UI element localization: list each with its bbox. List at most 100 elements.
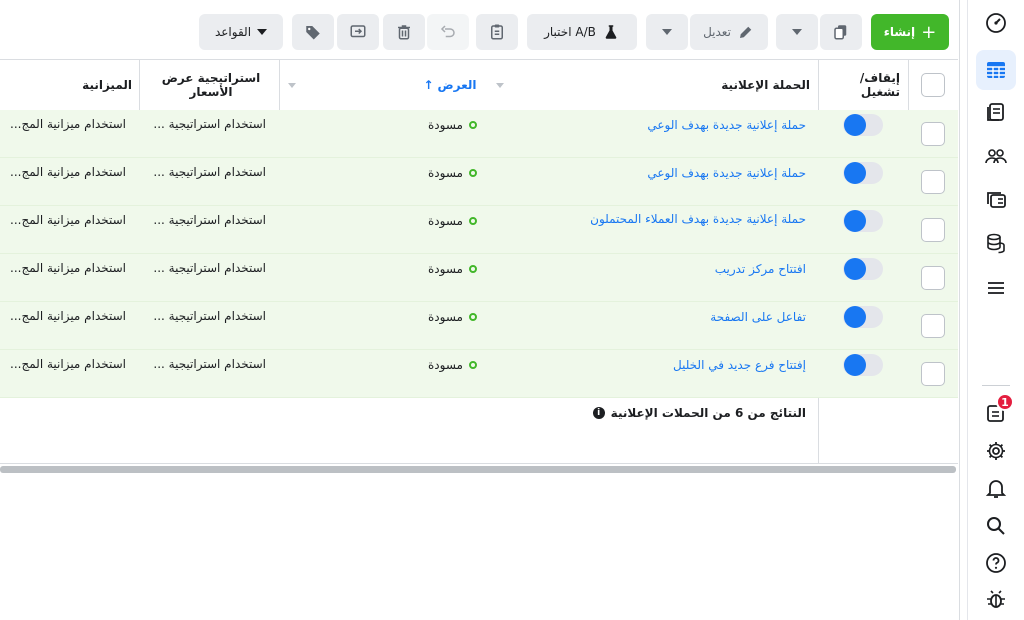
row-checkbox[interactable]	[921, 218, 945, 242]
delivery-label: مسودة	[428, 358, 463, 372]
delivery-status: مسودة	[428, 166, 477, 180]
delivery-label: مسودة	[428, 310, 463, 324]
header-campaign-label: الحملة الإعلانية	[721, 78, 810, 92]
campaign-link[interactable]: افتتاح مركز تدريب	[715, 262, 806, 276]
bid-strategy-cell: استخدام استراتيجية ...	[153, 357, 266, 371]
campaign-link[interactable]: حملة إعلانية جديدة بهدف الوعي	[647, 118, 806, 132]
ab-test-button[interactable]: اختبار A/B	[527, 14, 637, 50]
results-summary-label: النتائج من 6 من الحملات الإعلانية	[610, 406, 806, 420]
pages-icon	[987, 103, 1004, 121]
row-checkbox[interactable]	[921, 266, 945, 290]
tag-button[interactable]	[292, 14, 334, 50]
results-summary: النتائج من 6 من الحملات الإعلانية i	[592, 406, 806, 420]
clipboard-button[interactable]	[476, 14, 518, 50]
campaign-link[interactable]: تفاعل على الصفحة	[710, 310, 806, 324]
create-button[interactable]: إنشاء +	[871, 14, 949, 50]
header-budget[interactable]: الميزانية	[40, 60, 132, 110]
table-row[interactable]: إفتتاح فرع جديد في الخليل مسودة استخدام …	[0, 350, 958, 398]
campaign-toggle[interactable]	[843, 258, 883, 280]
flask-icon	[605, 25, 617, 39]
select-all-checkbox[interactable]	[921, 73, 945, 97]
campaign-toggle[interactable]	[843, 354, 883, 376]
row-checkbox[interactable]	[921, 170, 945, 194]
help-icon	[986, 553, 1006, 573]
pencil-icon	[739, 26, 752, 38]
rail-help[interactable]	[976, 543, 1016, 583]
rail-campaigns-table[interactable]	[976, 50, 1016, 90]
table-row[interactable]: حملة إعلانية جديدة بهدف الوعي مسودة استخ…	[0, 158, 958, 206]
create-label: إنشاء	[883, 25, 916, 39]
header-bid-strategy-label: استراتيجية عرض الأسعار	[161, 71, 261, 99]
header-bid-strategy[interactable]: استراتيجية عرض الأسعار	[150, 60, 272, 110]
caret-down-icon	[662, 29, 672, 35]
clipboard-icon	[491, 24, 503, 40]
duplicate-dropdown-button[interactable]	[776, 14, 818, 50]
horizontal-scrollbar[interactable]	[0, 466, 956, 473]
table-icon	[987, 62, 1005, 78]
row-checkbox[interactable]	[921, 314, 945, 338]
rail-notifications-panel[interactable]: 1	[976, 393, 1016, 433]
gear-icon	[987, 442, 1005, 460]
header-delivery-label: العرض	[437, 78, 477, 92]
column-menu-icon[interactable]	[288, 83, 296, 88]
header-toggle[interactable]: إيقاف/ تشغيل	[850, 60, 900, 110]
notification-badge: 1	[996, 393, 1014, 411]
row-checkbox[interactable]	[921, 122, 945, 146]
campaign-toggle[interactable]	[843, 306, 883, 328]
campaign-link[interactable]: إفتتاح فرع جديد في الخليل	[673, 358, 806, 372]
export-icon	[350, 25, 366, 38]
bid-strategy-cell: استخدام استراتيجية ...	[153, 165, 266, 179]
rail-dashboard[interactable]	[976, 3, 1016, 43]
rail-billing[interactable]	[976, 223, 1016, 263]
caret-down-icon	[257, 29, 268, 35]
rail-menu[interactable]	[976, 268, 1016, 308]
campaign-link[interactable]: حملة إعلانية جديدة بهدف الوعي	[647, 166, 806, 180]
catalog-icon	[987, 192, 1006, 208]
budget-cell: استخدام ميزانية المج...	[10, 213, 126, 227]
rail-catalog[interactable]	[976, 180, 1016, 220]
delivery-label: مسودة	[428, 118, 463, 132]
bid-strategy-cell: استخدام استراتيجية ...	[153, 261, 266, 275]
campaign-toggle[interactable]	[843, 162, 883, 184]
campaign-toggle[interactable]	[843, 210, 883, 232]
column-menu-icon[interactable]	[496, 83, 504, 88]
status-dot-icon	[468, 313, 477, 321]
row-checkbox[interactable]	[921, 362, 945, 386]
header-campaign[interactable]: الحملة الإعلانية	[600, 60, 810, 110]
bell-icon	[985, 480, 1007, 498]
table-row[interactable]: تفاعل على الصفحة مسودة استخدام استراتيجي…	[0, 302, 958, 350]
edit-button[interactable]: تعديل	[690, 14, 768, 50]
status-dot-icon	[468, 361, 477, 369]
rail-audiences[interactable]	[976, 136, 1016, 176]
budget-cell: استخدام ميزانية المج...	[10, 165, 126, 179]
campaign-toggle[interactable]	[843, 114, 883, 136]
tag-icon	[306, 26, 320, 40]
info-icon[interactable]: i	[592, 407, 605, 419]
export-button[interactable]	[337, 14, 379, 50]
duplicate-icon	[834, 25, 847, 40]
rail-settings[interactable]	[976, 431, 1016, 471]
table-row[interactable]: حملة إعلانية جديدة بهدف الوعي مسودة استخ…	[0, 110, 958, 158]
rail-report-bug[interactable]	[976, 580, 1016, 620]
table-row[interactable]: افتتاح مركز تدريب مسودة استخدام استراتيج…	[0, 254, 958, 302]
bid-strategy-cell: استخدام استراتيجية ...	[153, 309, 266, 323]
rail-search[interactable]	[976, 506, 1016, 546]
header-delivery[interactable]: ↑ العرض	[420, 60, 480, 110]
rail-alerts[interactable]	[976, 468, 1016, 508]
table-row[interactable]: حملة إعلانية جديدة بهدف العملاء المحتملو…	[0, 206, 958, 254]
delivery-status: مسودة	[428, 358, 477, 372]
budget-cell: استخدام ميزانية المج...	[10, 117, 126, 131]
undo-button[interactable]	[427, 14, 469, 50]
duplicate-button[interactable]	[820, 14, 862, 50]
delivery-status: مسودة	[428, 214, 477, 228]
rail-pages[interactable]	[976, 92, 1016, 132]
header-toggle-label: إيقاف/ تشغيل	[859, 71, 900, 99]
delete-button[interactable]	[383, 14, 425, 50]
campaign-link[interactable]: حملة إعلانية جديدة بهدف العملاء المحتملو…	[590, 212, 806, 226]
sort-up-icon: ↑	[423, 78, 434, 92]
status-dot-icon	[468, 265, 477, 273]
rules-button[interactable]: القواعد	[199, 14, 283, 50]
bug-icon	[987, 590, 1005, 608]
edit-dropdown-button[interactable]	[646, 14, 688, 50]
plus-icon: +	[921, 21, 937, 43]
